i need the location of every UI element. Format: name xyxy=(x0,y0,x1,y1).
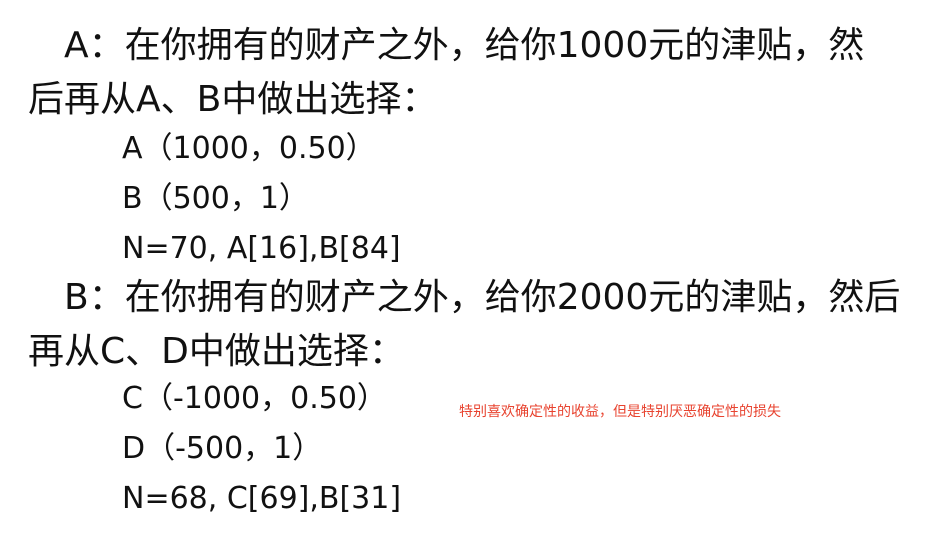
annotation-note: 特别喜欢确定性的收益，但是特别厌恶确定性的损失 xyxy=(459,404,781,420)
section-b-intro-line2: 再从C、D中做出选择： xyxy=(28,331,405,372)
section-a-result: N=70, A[16],B[84] xyxy=(122,231,401,266)
section-b-intro-line1: B：在你拥有的财产之外，给你2000元的津贴，然后 xyxy=(64,277,901,318)
option-d: D（-500，1） xyxy=(122,431,323,466)
option-a: A（1000，0.50） xyxy=(122,131,376,166)
option-c: C（-1000，0.50） xyxy=(122,381,387,416)
option-b: B（500，1） xyxy=(122,181,309,216)
section-a-intro-line1: A：在你拥有的财产之外，给你1000元的津贴，然 xyxy=(64,25,865,66)
slide: { "section_a": { "intro_line1": "A：在你拥有的… xyxy=(0,0,932,559)
section-a-intro-line2: 后再从A、B中做出选择： xyxy=(28,79,438,120)
section-b-result: N=68, C[69],B[31] xyxy=(122,481,402,516)
